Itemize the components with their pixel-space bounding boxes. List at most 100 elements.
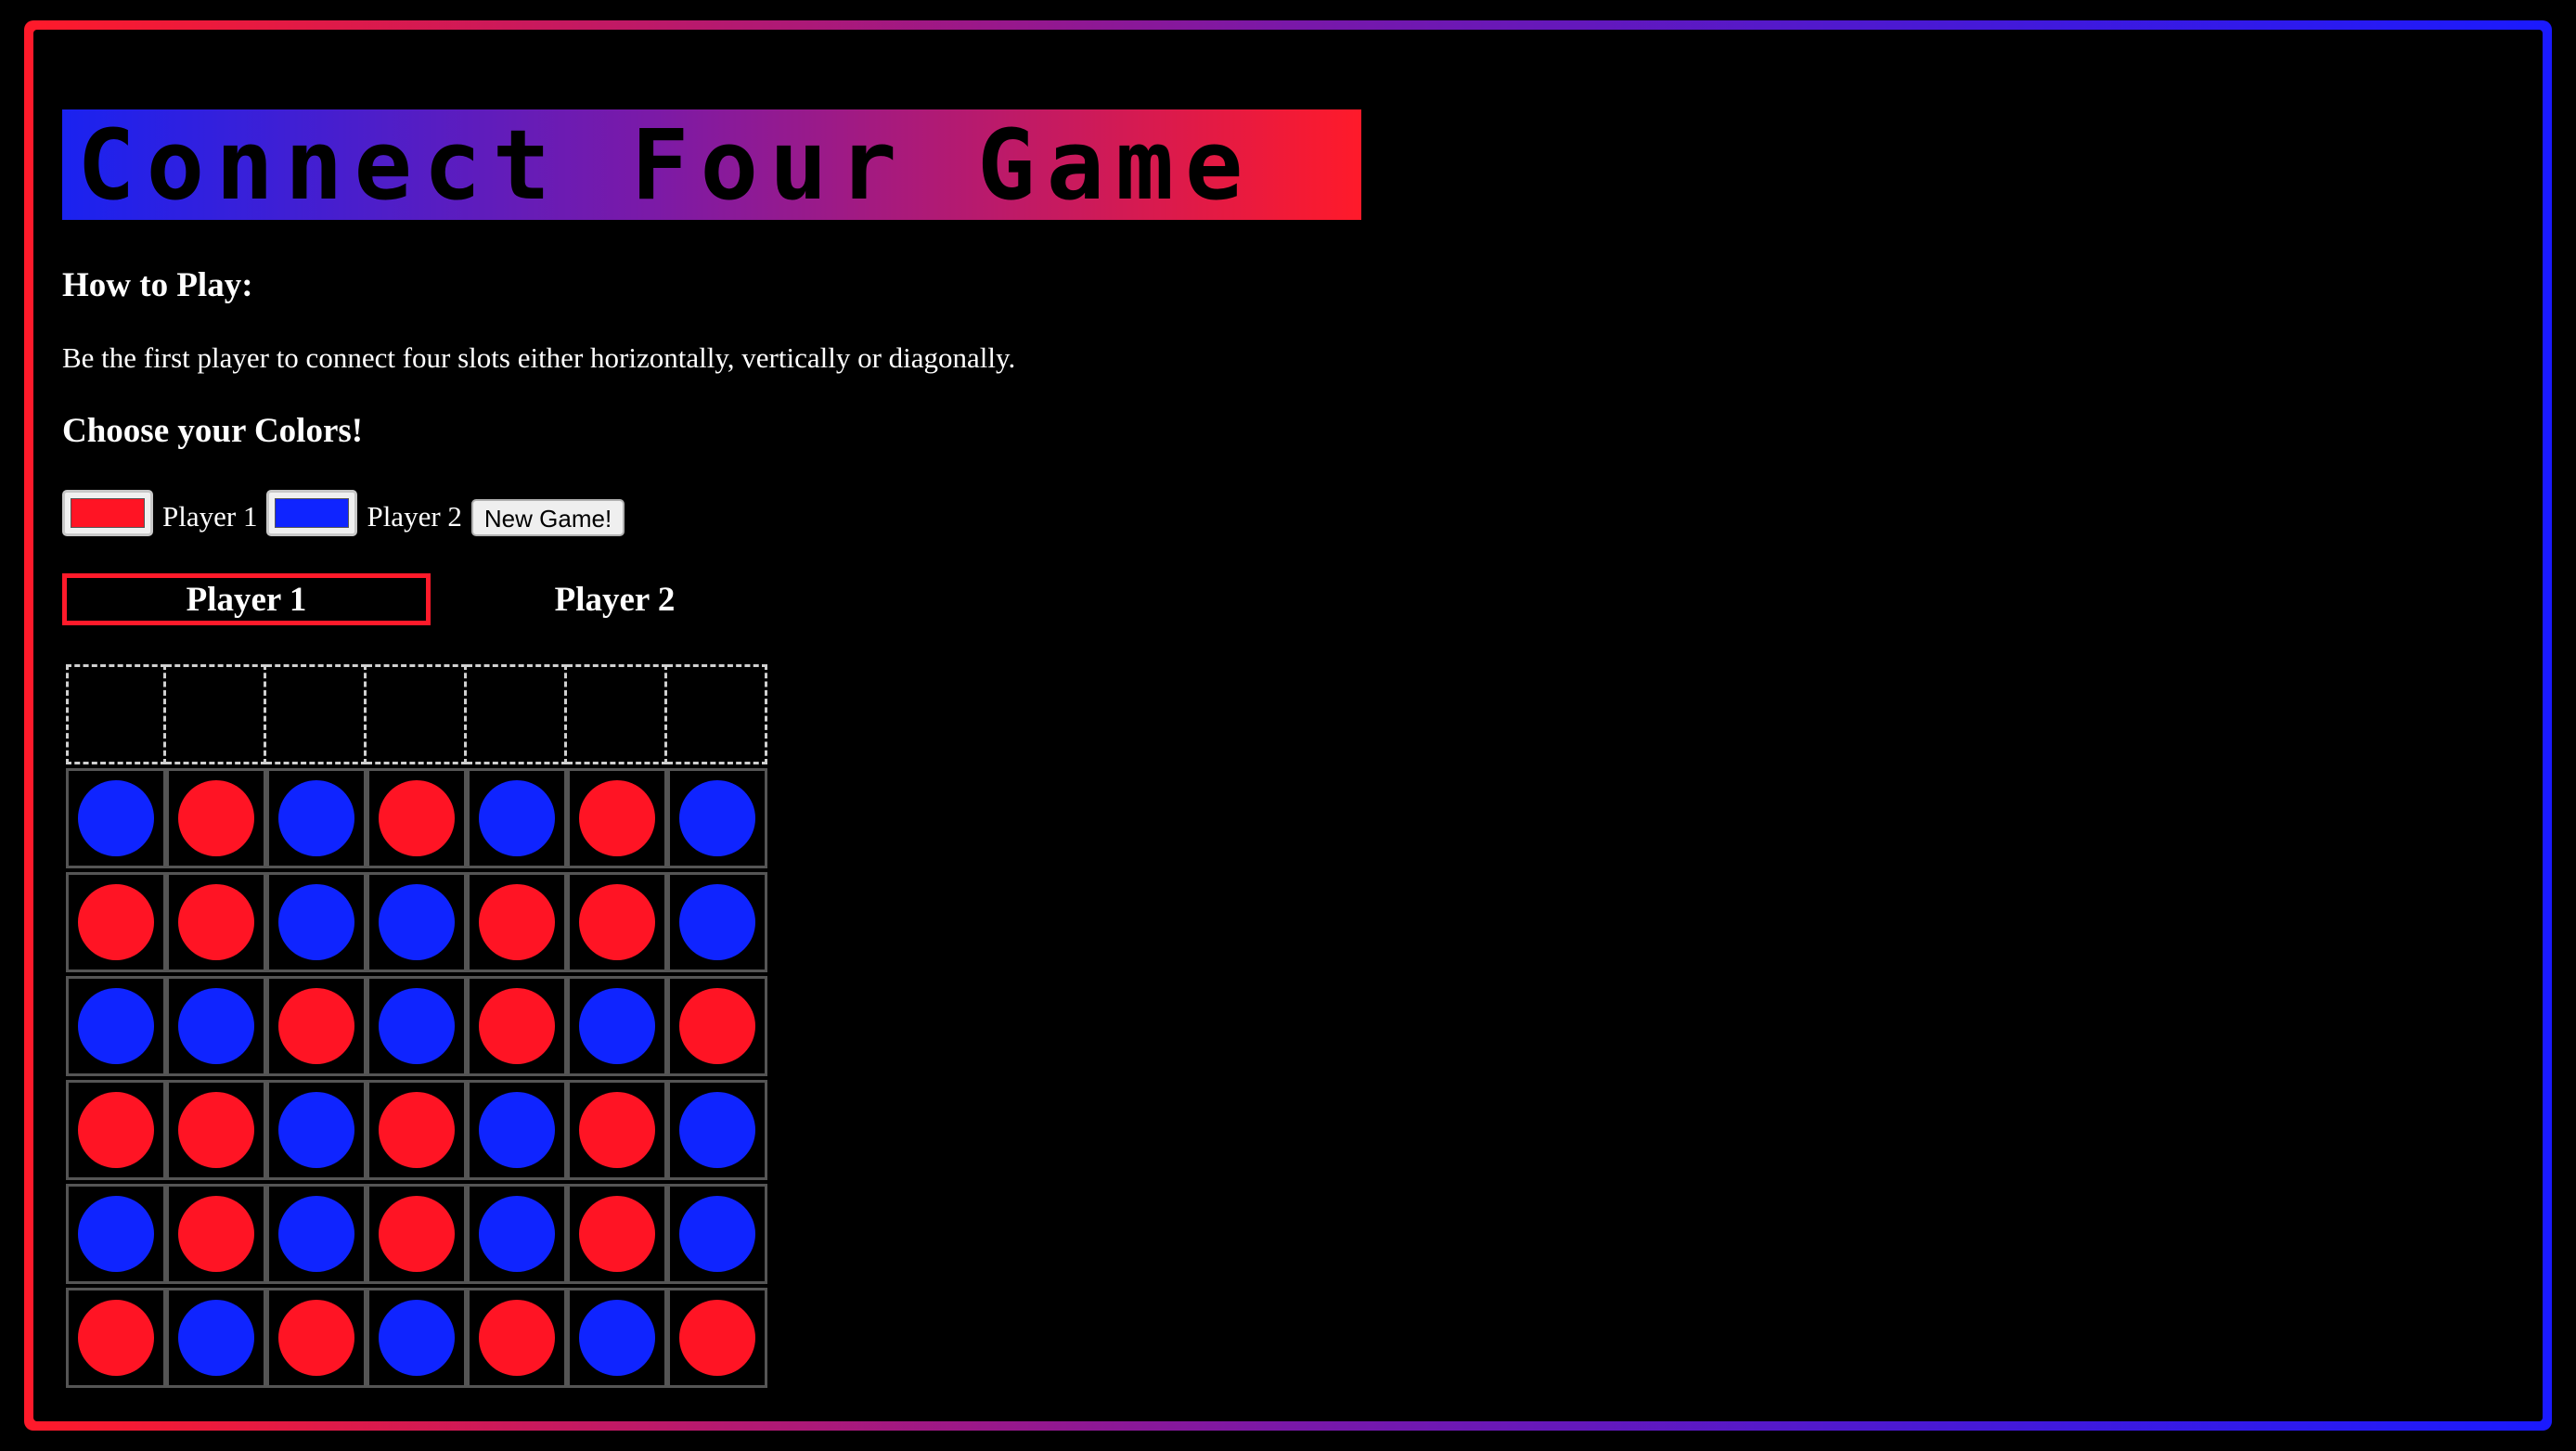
board-cell (367, 872, 467, 972)
title-banner: Connect Four Game (62, 108, 1361, 222)
choose-colors-heading: Choose your Colors! (62, 412, 364, 450)
board-cell (467, 1288, 567, 1388)
board-cell (367, 1288, 467, 1388)
drop-slot[interactable] (66, 664, 166, 764)
board-cell (567, 976, 667, 1076)
board-cell (567, 1184, 667, 1284)
drop-slot[interactable] (667, 664, 767, 764)
player1-disc (579, 884, 655, 960)
player2-disc (278, 1092, 354, 1168)
player2-disc (679, 1092, 755, 1168)
drop-slot[interactable] (567, 664, 667, 764)
board-cell (667, 1080, 767, 1180)
player2-disc (178, 988, 254, 1064)
board-cell (467, 1184, 567, 1284)
player2-disc (579, 1300, 655, 1376)
turn-indicator-player1: Player 1 (62, 573, 431, 625)
player2-disc (679, 884, 755, 960)
player2-disc (278, 1196, 354, 1272)
player1-disc (679, 1300, 755, 1376)
player1-disc (379, 780, 455, 856)
board-cell (266, 872, 367, 972)
player2-disc (379, 1300, 455, 1376)
player1-disc (379, 1092, 455, 1168)
player2-disc (78, 780, 154, 856)
player1-disc (178, 1092, 254, 1168)
drop-slot[interactable] (266, 664, 367, 764)
board-cell (467, 976, 567, 1076)
player1-disc (278, 1300, 354, 1376)
player2-disc (78, 988, 154, 1064)
board-cell (166, 768, 266, 868)
board-cell (367, 1080, 467, 1180)
board-cell (266, 976, 367, 1076)
player2-disc (679, 780, 755, 856)
player1-disc (178, 884, 254, 960)
board-cell (467, 768, 567, 868)
board-cell (467, 1080, 567, 1180)
board-cell (567, 768, 667, 868)
board-cell (266, 1080, 367, 1180)
board-cell (66, 768, 166, 868)
player2-disc (479, 1092, 555, 1168)
board-cell (567, 872, 667, 972)
player1-color-picker[interactable] (62, 490, 153, 536)
player1-disc (479, 1300, 555, 1376)
board-cell (567, 1288, 667, 1388)
drop-slot[interactable] (467, 664, 567, 764)
board-cell (667, 768, 767, 868)
board-cell (66, 1184, 166, 1284)
drop-slot[interactable] (166, 664, 266, 764)
board-cell (66, 1080, 166, 1180)
drop-slot[interactable] (367, 664, 467, 764)
rules-text: Be the first player to connect four slot… (62, 341, 1016, 374)
player2-color-picker[interactable] (266, 490, 358, 536)
player1-disc (78, 1092, 154, 1168)
board-cell (66, 872, 166, 972)
player1-disc (479, 884, 555, 960)
board-cell (367, 976, 467, 1076)
player1-disc (278, 988, 354, 1064)
player1-disc (579, 780, 655, 856)
player2-disc (679, 1196, 755, 1272)
board-cell (367, 1184, 467, 1284)
player1-disc (178, 1196, 254, 1272)
player1-color-label: Player 1 (162, 500, 258, 533)
board-cell (467, 872, 567, 972)
player1-disc (379, 1196, 455, 1272)
board-cell (266, 1184, 367, 1284)
board-cell (66, 976, 166, 1076)
board-cell (667, 872, 767, 972)
board-cell (166, 1080, 266, 1180)
player2-color-swatch (275, 498, 350, 528)
player1-disc (579, 1092, 655, 1168)
board-cell (166, 976, 266, 1076)
drop-row (66, 664, 767, 764)
color-controls: Player 1 Player 2 New Game! (62, 490, 625, 536)
player1-disc (579, 1196, 655, 1272)
board-cell (66, 1288, 166, 1388)
board-cell (166, 872, 266, 972)
board-cell (166, 1288, 266, 1388)
board-cell (367, 768, 467, 868)
page-title: Connect Four Game (77, 108, 1255, 222)
how-to-play-heading: How to Play: (62, 266, 253, 304)
player2-disc (479, 1196, 555, 1272)
board-cell (266, 1288, 367, 1388)
board-cell (266, 768, 367, 868)
player1-color-swatch (71, 498, 145, 528)
turn-indicator-player2: Player 2 (554, 580, 676, 619)
player2-disc (278, 780, 354, 856)
board-cell (667, 1288, 767, 1388)
new-game-button[interactable]: New Game! (470, 499, 625, 536)
player1-disc (479, 988, 555, 1064)
player1-disc (679, 988, 755, 1064)
board-cell (667, 1184, 767, 1284)
game-board (66, 768, 767, 1392)
player1-disc (178, 780, 254, 856)
board-cell (567, 1080, 667, 1180)
player2-color-label: Player 2 (367, 500, 462, 533)
board-cell (667, 976, 767, 1076)
player2-disc (579, 988, 655, 1064)
player2-disc (379, 884, 455, 960)
